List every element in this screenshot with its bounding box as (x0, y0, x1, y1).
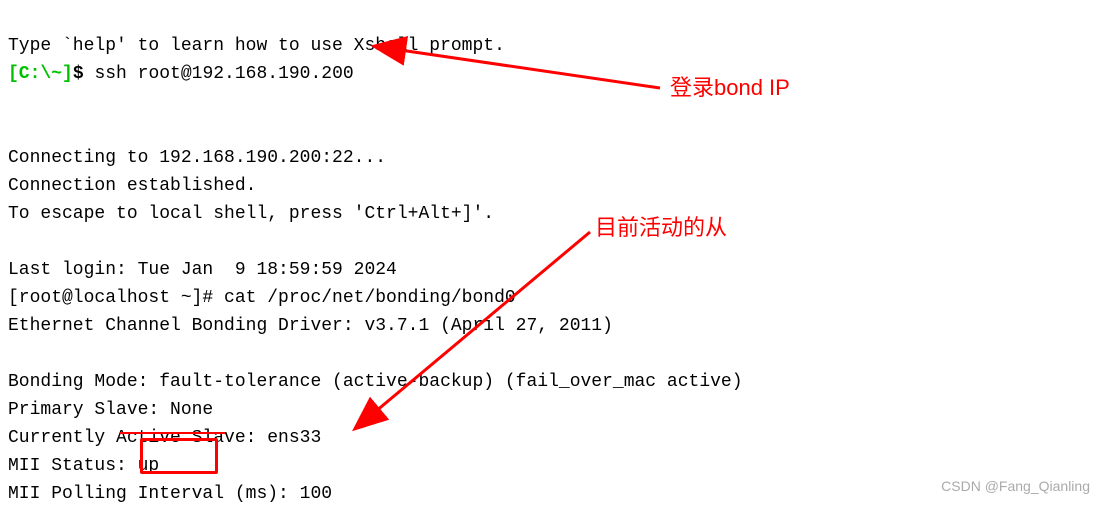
annotation-active-slave: 目前活动的从 (595, 214, 727, 242)
mii-status-line: MII Status: up (8, 456, 159, 476)
active-slave-line: Currently Active Slave: ens33 (8, 428, 321, 448)
ssh-command[interactable]: ssh root@192.168.190.200 (94, 64, 353, 84)
prompt-dollar: $ (73, 64, 84, 84)
primary-slave-line: Primary Slave: None (8, 400, 213, 420)
driver-line: Ethernet Channel Bonding Driver: v3.7.1 … (8, 316, 613, 336)
prompt-local: [C:\~] (8, 64, 73, 84)
established-line: Connection established. (8, 176, 256, 196)
cat-command-line: [root@localhost ~]# cat /proc/net/bondin… (8, 288, 516, 308)
connecting-line: Connecting to 192.168.190.200:22... (8, 148, 386, 168)
annotation-login-bondip: 登录bond IP (670, 74, 790, 102)
bonding-mode-line: Bonding Mode: fault-tolerance (active-ba… (8, 372, 743, 392)
mii-poll-line: MII Polling Interval (ms): 100 (8, 484, 332, 504)
terminal-output: Type `help' to learn how to use Xshell p… (8, 4, 1094, 508)
escape-line: To escape to local shell, press 'Ctrl+Al… (8, 204, 494, 224)
help-line: Type `help' to learn how to use Xshell p… (8, 36, 505, 56)
last-login-line: Last login: Tue Jan 9 18:59:59 2024 (8, 260, 397, 280)
